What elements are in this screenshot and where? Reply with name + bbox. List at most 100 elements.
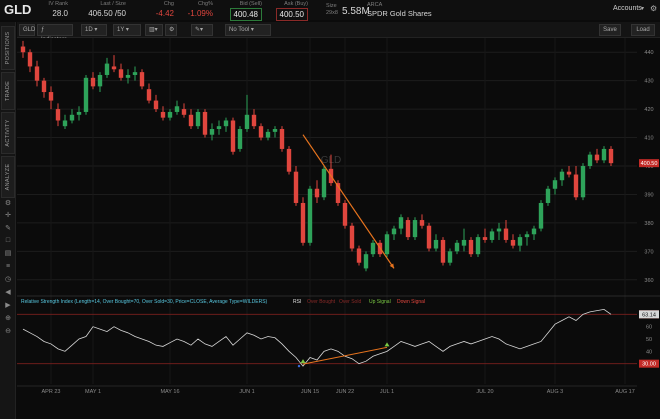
change: Chg -4.42 <box>146 1 174 19</box>
rsi-legend-label: Over Bought <box>307 299 336 305</box>
zoom-out-icon[interactable]: ⊖ <box>3 328 13 336</box>
timeframe-select[interactable]: 1D ▾ <box>81 24 107 36</box>
candle-body <box>97 74 103 87</box>
price-tick-label: 440 <box>644 50 653 56</box>
candle-body <box>125 74 131 78</box>
candle-body <box>608 148 614 164</box>
toolbar-symbol[interactable]: GLD <box>19 24 35 36</box>
candle-body <box>272 129 278 132</box>
candle-body <box>307 188 313 243</box>
candle-body <box>76 111 82 115</box>
iv-rank-value: 28.0 <box>52 9 68 18</box>
size-value: 29x8 <box>326 10 338 16</box>
square-icon[interactable]: □ <box>3 237 13 245</box>
draw-icon[interactable]: ✎ <box>3 225 13 233</box>
ask[interactable]: Ask (Buy) 400.50 <box>272 1 308 21</box>
symbol-title[interactable]: GLD <box>4 2 31 17</box>
chevron-down-icon[interactable]: ▾ <box>641 5 644 12</box>
back-icon[interactable]: ◀ <box>3 289 13 297</box>
time-tick-label: APR 23 <box>42 389 61 395</box>
chart-icon[interactable]: ▤ <box>3 250 13 258</box>
price-tick-label: 420 <box>644 107 653 113</box>
price-tick-label: 360 <box>644 278 653 284</box>
time-tick-label: JUN 22 <box>336 389 354 395</box>
candle-body <box>594 154 600 161</box>
rsi-legend-label: Over Sold <box>339 299 361 305</box>
clock-icon[interactable]: ◷ <box>3 276 13 284</box>
left-rail: POSITIONS TRADE ACTIVITY ANALYZE ⚙ ✛ ✎ □… <box>0 22 16 419</box>
chg-label: Chg <box>163 1 174 7</box>
crosshair-icon[interactable]: ✛ <box>3 212 13 220</box>
rail-tab-activity[interactable]: ACTIVITY <box>1 112 15 154</box>
drawing-tool-select[interactable]: No Tool ▾ <box>225 24 271 36</box>
candle-body <box>202 111 208 135</box>
candle-body <box>209 129 215 135</box>
rsi-low-marker <box>297 364 301 368</box>
candle-body <box>601 148 607 161</box>
candle-body <box>412 220 418 238</box>
chg-value: -4.42 <box>155 9 174 18</box>
candle-body <box>566 171 572 175</box>
rsi-legend-label: Down Signal <box>397 299 425 305</box>
candle-body <box>370 242 376 255</box>
rsi-title: Relative Strength Index (Length=14, Over… <box>21 299 268 305</box>
candle-body <box>503 228 509 240</box>
candle-body <box>230 120 236 152</box>
candle-body <box>440 239 446 263</box>
price-tick-label: 370 <box>644 249 653 255</box>
rail-tab-positions[interactable]: POSITIONS <box>1 26 15 70</box>
time-tick-label: AUG 3 <box>547 389 564 395</box>
size-label: Size 29x8 <box>326 3 338 16</box>
price-tick-label: 430 <box>644 79 653 85</box>
load-button[interactable]: Load <box>631 24 655 36</box>
time-tick-label: JUN 15 <box>301 389 319 395</box>
candle-body <box>41 80 47 93</box>
last-price-tag-label: 400.50 <box>641 161 658 167</box>
candle-body <box>111 66 117 70</box>
settings-icon[interactable]: ⚙ <box>3 200 13 208</box>
candle-body <box>195 111 201 127</box>
candle-body <box>174 106 180 112</box>
candle-body <box>69 114 75 121</box>
candle-body <box>475 237 481 255</box>
candle-body <box>244 114 250 130</box>
candle-body <box>83 77 89 112</box>
save-button[interactable]: Save <box>599 24 621 36</box>
forward-icon[interactable]: ▶ <box>3 302 13 310</box>
time-tick-label: JUL 1 <box>380 389 394 395</box>
layers-icon[interactable]: ≡ <box>3 263 13 271</box>
last-size-value: 406.50 /50 <box>88 9 126 18</box>
price-chart[interactable]: 440430420410400390380370360GLD400.50Rela… <box>17 38 660 419</box>
rail-tab-analyze[interactable]: ANALYZE <box>1 156 15 198</box>
candle-body <box>524 234 530 238</box>
gear-icon[interactable]: ⚙ <box>650 4 657 13</box>
indicators-button[interactable]: ƒ Indicators <box>37 24 73 43</box>
chart-toolbar: GLD ƒ Indicators 1D ▾ 1Y ▾ ▥▾ ⚙ ✎▾ No To… <box>17 22 660 43</box>
rail-tab-trade[interactable]: TRADE <box>1 72 15 110</box>
ask-value[interactable]: 400.50 <box>275 8 308 21</box>
zoom-in-icon[interactable]: ⊕ <box>3 315 13 323</box>
candle-body <box>545 188 551 203</box>
candle-body <box>363 254 369 269</box>
chart-style-button[interactable]: ▥▾ <box>145 24 163 36</box>
bid-value[interactable]: 400.48 <box>229 8 262 21</box>
candle-body <box>405 220 411 238</box>
candle-body <box>349 225 355 249</box>
range-select[interactable]: 1Y ▾ <box>113 24 141 36</box>
drawing-tools-button[interactable]: ✎▾ <box>191 24 213 36</box>
time-tick-label: JUL 20 <box>476 389 493 395</box>
rsi-tick-label: 50 <box>646 337 652 343</box>
oversold-tag-label: 30.00 <box>642 362 656 368</box>
accounts-menu[interactable]: Accounts <box>613 5 642 12</box>
candle-body <box>552 180 558 189</box>
last-size-label: Last / Size <box>100 1 126 7</box>
chg-pct-label: Chg% <box>198 1 213 7</box>
price-tick-label: 390 <box>644 192 653 198</box>
last-size: Last / Size 406.50 /50 <box>78 1 126 19</box>
candle-body <box>321 168 327 198</box>
bid[interactable]: Bid (Sell) 400.48 <box>226 1 262 21</box>
candle-body <box>48 92 54 101</box>
gear-icon[interactable]: ⚙ <box>165 24 177 36</box>
time-tick-label: MAY 1 <box>85 389 101 395</box>
candle-body <box>391 228 397 235</box>
